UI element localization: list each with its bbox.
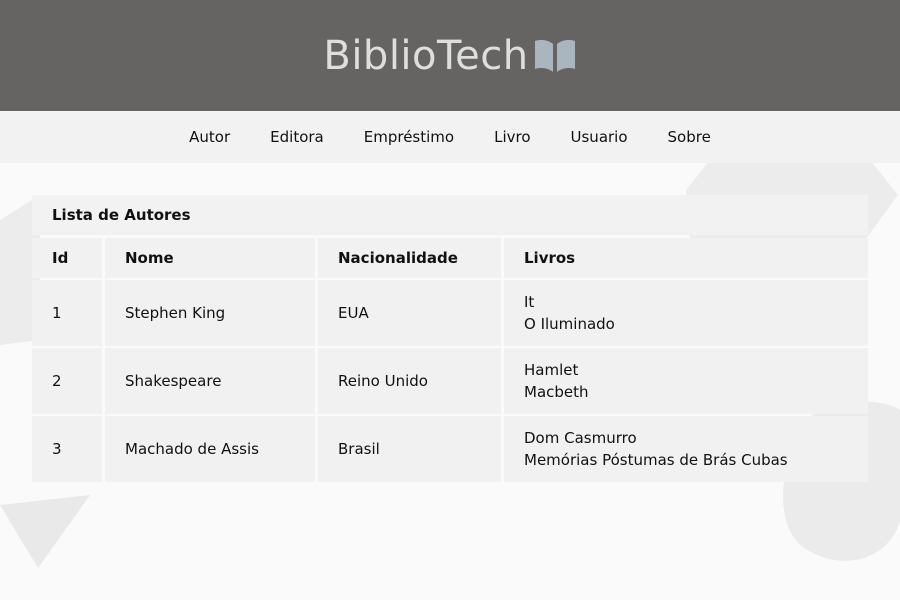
cell-livros: Hamlet Macbeth xyxy=(504,348,868,414)
cell-livros: It O Iluminado xyxy=(504,280,868,346)
brand-logo[interactable]: BiblioTech xyxy=(323,36,576,76)
open-book-icon xyxy=(534,39,575,72)
cell-livros: Dom Casmurro Memórias Póstumas de Brás C… xyxy=(504,416,868,482)
bg-shape-bottom-left-triangle xyxy=(0,495,90,568)
cell-nome: Machado de Assis xyxy=(105,416,315,482)
nav-item-sobre[interactable]: Sobre xyxy=(668,128,711,146)
authors-card: Lista de Autores Id Nome Nacionalidade L… xyxy=(32,195,868,482)
nav-item-livro[interactable]: Livro xyxy=(494,128,530,146)
cell-nacionalidade: Reino Unido xyxy=(318,348,501,414)
nav-item-autor[interactable]: Autor xyxy=(189,128,230,146)
nav-item-editora[interactable]: Editora xyxy=(270,128,324,146)
page: BiblioTech Autor Editora Empréstimo Livr… xyxy=(0,0,900,600)
book-title: Dom Casmurro xyxy=(524,429,637,447)
main-nav: Autor Editora Empréstimo Livro Usuario S… xyxy=(0,111,900,163)
nav-item-emprestimo[interactable]: Empréstimo xyxy=(364,128,454,146)
cell-nome: Shakespeare xyxy=(105,348,315,414)
brand-name: BiblioTech xyxy=(323,32,529,79)
authors-card-title: Lista de Autores xyxy=(32,195,868,235)
book-title: It xyxy=(524,293,535,311)
header-nacionalidade: Nacionalidade xyxy=(318,238,501,278)
table-header-row: Id Nome Nacionalidade Livros xyxy=(32,238,868,278)
book-title: Memórias Póstumas de Brás Cubas xyxy=(524,451,788,469)
cell-id: 3 xyxy=(32,416,102,482)
header-id: Id xyxy=(32,238,102,278)
cell-nome: Stephen King xyxy=(105,280,315,346)
table-row[interactable]: 3 Machado de Assis Brasil Dom Casmurro M… xyxy=(32,416,868,482)
authors-table: Id Nome Nacionalidade Livros 1 Stephen K… xyxy=(29,236,871,484)
cell-id: 2 xyxy=(32,348,102,414)
nav-item-usuario[interactable]: Usuario xyxy=(571,128,628,146)
book-title: O Iluminado xyxy=(524,315,615,333)
book-title: Macbeth xyxy=(524,383,589,401)
cell-nacionalidade: EUA xyxy=(318,280,501,346)
cell-nacionalidade: Brasil xyxy=(318,416,501,482)
header-livros: Livros xyxy=(504,238,868,278)
table-row[interactable]: 2 Shakespeare Reino Unido Hamlet Macbeth xyxy=(32,348,868,414)
cell-id: 1 xyxy=(32,280,102,346)
header-nome: Nome xyxy=(105,238,315,278)
table-row[interactable]: 1 Stephen King EUA It O Iluminado xyxy=(32,280,868,346)
brand-header: BiblioTech xyxy=(0,0,900,111)
book-title: Hamlet xyxy=(524,361,579,379)
